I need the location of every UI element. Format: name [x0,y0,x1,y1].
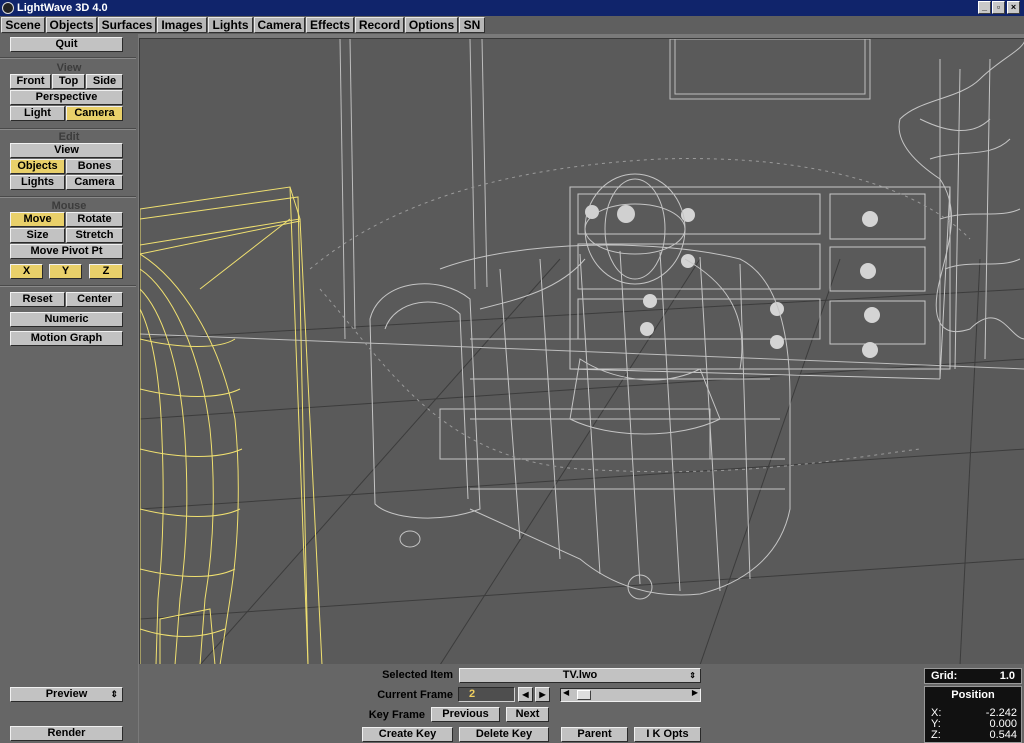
window-title: LightWave 3D 4.0 [17,2,108,14]
edit-camera-button[interactable]: Camera [66,175,123,190]
key-frame-label: Key Frame [368,709,425,721]
parent-button[interactable]: Parent [561,727,628,742]
updown-arrows-icon: ⇕ [110,689,118,699]
right-arrow-icon: ▶ [539,690,546,699]
x-axis-toggle[interactable]: X [10,264,43,279]
z-axis-toggle[interactable]: Z [89,264,123,279]
restore-icon[interactable]: ▫ [992,1,1005,14]
selected-item-dropdown[interactable]: TV.lwo ⇕ [459,668,701,683]
left-control-panel: Quit View Front Top Side Perspective Lig… [0,34,138,743]
edit-section-label: Edit [58,131,80,143]
left-arrow-icon: ◀ [522,690,529,699]
edit-bones-button[interactable]: Bones [66,159,123,174]
reset-button[interactable]: Reset [10,292,65,307]
current-frame-field[interactable]: 2 [458,687,515,702]
motion-graph-button[interactable]: Motion Graph [10,331,123,346]
frame-forward-button[interactable]: ▶ [535,687,550,702]
grid-label: Grid: [931,670,958,682]
top-view-button[interactable]: Top [52,74,85,89]
stretch-button[interactable]: Stretch [66,228,123,243]
rotate-button[interactable]: Rotate [66,212,123,227]
camera-view-button[interactable]: Camera [66,106,123,121]
wireframe-scene [140,39,1024,664]
side-view-button[interactable]: Side [86,74,123,89]
front-view-button[interactable]: Front [10,74,51,89]
size-button[interactable]: Size [10,228,65,243]
numeric-button[interactable]: Numeric [10,312,123,327]
previous-key-button[interactable]: Previous [431,707,500,722]
divider [0,196,136,198]
tab-surfaces[interactable]: Surfaces [98,17,156,33]
move-pivot-button[interactable]: Move Pivot Pt [10,244,123,259]
grid-value: 1.0 [999,670,1015,682]
selected-item-value: TV.lwo [562,669,598,681]
position-title: Position [951,689,995,701]
divider [0,57,136,59]
tab-objects[interactable]: Objects [46,17,97,33]
move-button[interactable]: Move [10,212,65,227]
edit-lights-button[interactable]: Lights [10,175,65,190]
perspective-view-button[interactable]: Perspective [10,90,123,105]
tab-sn[interactable]: SN [459,17,485,33]
view-section-label: View [56,62,82,74]
edit-objects-button[interactable]: Objects [10,159,65,174]
divider [0,128,136,130]
right-arrow-icon: ▶ [691,688,698,697]
tab-camera[interactable]: Camera [254,17,305,33]
light-view-button[interactable]: Light [10,106,65,121]
tab-images[interactable]: Images [157,17,207,33]
z-value: 0.544 [989,729,1017,741]
ik-options-button[interactable]: I K Opts [634,727,701,742]
frame-back-button[interactable]: ◀ [518,687,533,702]
preview-label: Preview [45,688,88,700]
current-frame-label: Current Frame [377,689,453,701]
preview-button[interactable]: Preview ⇕ [10,687,123,702]
frame-slider[interactable]: ◀ ▶ [560,688,701,702]
tab-record[interactable]: Record [355,17,404,33]
3d-viewport[interactable] [139,38,1024,664]
center-button[interactable]: Center [66,292,123,307]
render-button[interactable]: Render [10,726,123,741]
mouse-section-label: Mouse [51,200,87,212]
edit-view-button[interactable]: View [10,143,123,158]
quit-button[interactable]: Quit [10,37,123,52]
y-axis-toggle[interactable]: Y [49,264,82,279]
updown-arrows-icon: ⇕ [689,671,696,680]
minimize-icon[interactable]: _ [978,1,991,14]
tab-effects[interactable]: Effects [306,17,354,33]
tab-lights[interactable]: Lights [208,17,253,33]
next-key-button[interactable]: Next [506,707,549,722]
tab-scene[interactable]: Scene [1,17,45,33]
delete-key-button[interactable]: Delete Key [459,727,549,742]
close-icon[interactable]: × [1007,1,1020,14]
bottom-controls: Selected Item TV.lwo ⇕ Current Frame 2 ◀… [139,664,1024,743]
frame-slider-thumb[interactable] [577,690,591,700]
app-logo-icon [2,2,14,14]
menu-bar: Scene Objects Surfaces Images Lights Cam… [0,16,1024,34]
selected-item-label: Selected Item [382,669,453,681]
title-bar: LightWave 3D 4.0 _ ▫ × [0,0,1024,16]
grid-readout: Grid: 1.0 [924,668,1022,684]
tab-options[interactable]: Options [405,17,458,33]
position-z-row: Z: 0.544 [931,729,1017,741]
divider [0,285,136,287]
left-arrow-icon: ◀ [563,688,570,697]
position-readout: Position X: -2.242 Y: 0.000 Z: 0.544 [924,686,1022,743]
z-label: Z: [931,729,941,741]
create-key-button[interactable]: Create Key [362,727,453,742]
